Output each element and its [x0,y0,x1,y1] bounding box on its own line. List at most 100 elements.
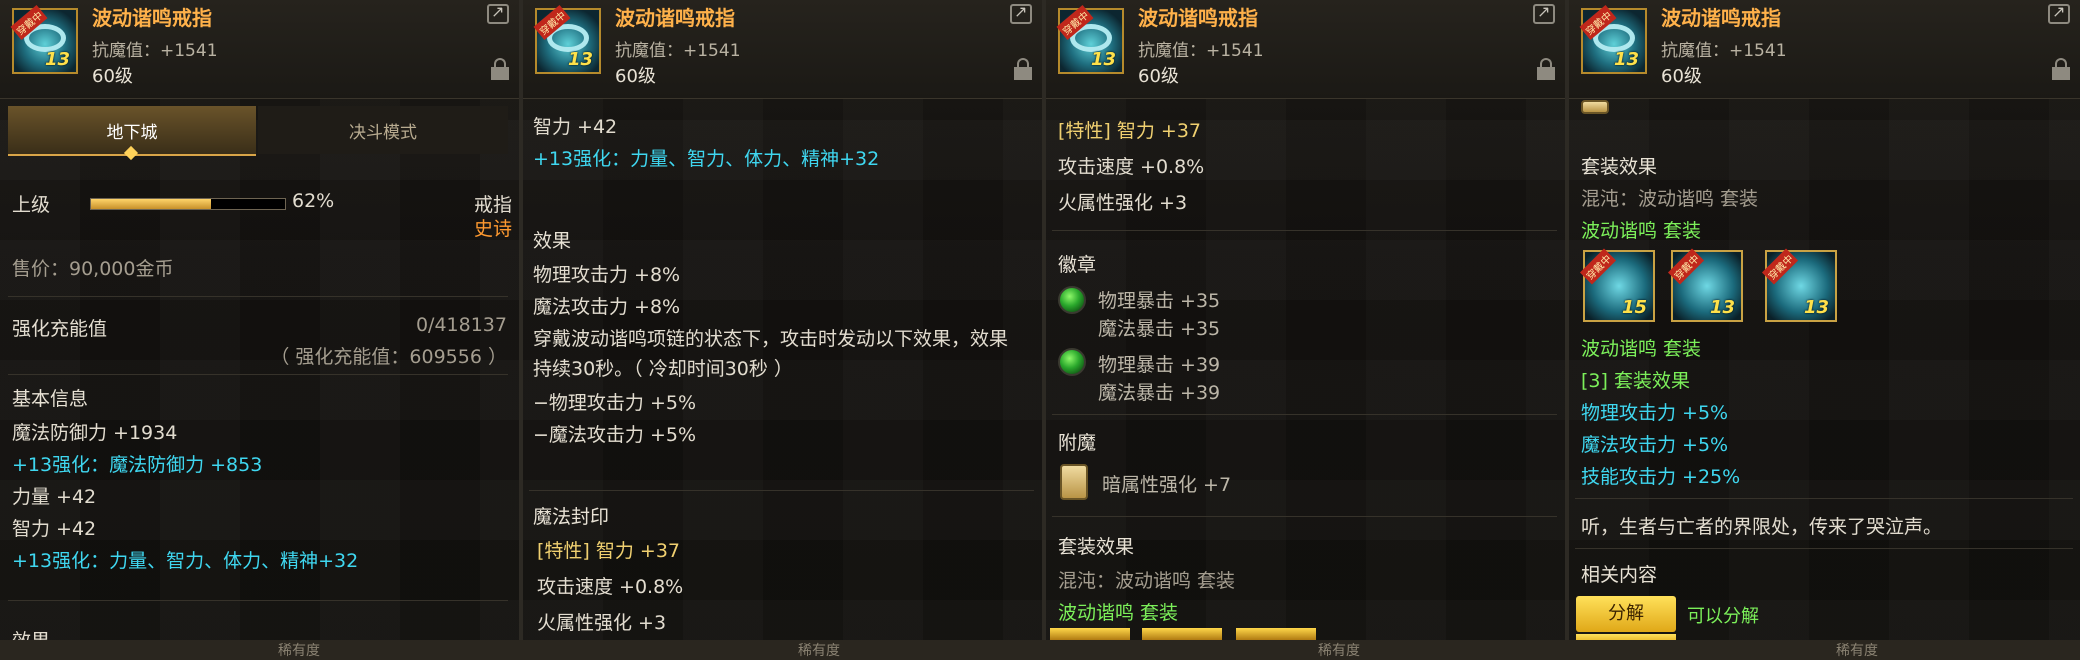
rarity-filter-label[interactable]: 稀有度 [1318,640,1360,660]
seal-line: [特性] 智力 +37 [1058,120,1202,142]
share-icon[interactable] [487,2,509,24]
reinforce-level: 13 [44,49,70,70]
lock-icon[interactable] [1537,58,1555,80]
reinforce-level: 13 [1709,297,1735,318]
item-header: 穿戴中 13 波动谐鸣戒指 抗魔值：+1541 60级 [1046,0,1565,99]
stat-line: 魔法防御力 +1934 [12,422,178,444]
item-type: 戒指 [474,194,513,216]
item-level: 60级 [92,66,133,87]
item-header: 穿戴中 13 波动谐鸣戒指 抗魔值：+1541 60级 [523,0,1042,99]
emblem-title: 徽章 [1058,254,1097,276]
set-name: 波动谐鸣 [1581,338,1658,360]
stat-line: 智力 +42 [533,116,618,138]
set-effect-title: 套装效果 [1581,156,1658,178]
seal-line: 攻击速度 +0.8% [1058,156,1205,178]
resist-value: 抗魔值：+1541 [1661,41,1787,61]
stat-line: +13强化：力量、智力、体力、精神+32 [533,148,880,170]
set-chaos-line: 混沌：波动谐鸣 套装 [1058,570,1236,592]
equipped-tag: 穿戴中 [1579,248,1617,285]
lock-icon[interactable] [491,58,509,80]
effect-line: −魔法攻击力 +5% [533,424,697,446]
item-name: 波动谐鸣戒指 [615,6,735,30]
enchant-line: 暗属性强化 +7 [1102,474,1232,496]
emblem-line: 物理暴击 +39 [1098,354,1221,376]
charge-label: 强化充能值 [12,318,108,340]
set-word: 套装 [1140,602,1179,624]
equipped-tag: 穿戴中 [1761,248,1799,285]
item-tooltip-panel-1: 穿戴中 13 波动谐鸣戒指 抗魔值：+1541 60级 地下城 决斗模式 上级 … [0,0,519,660]
enchant-card-icon [1060,464,1088,500]
item-name: 波动谐鸣戒指 [1138,6,1258,30]
grade-label: 上级 [12,194,51,216]
grade-bar [90,198,286,210]
rarity-filter-label[interactable]: 稀有度 [1836,640,1878,660]
reinforce-level: 13 [567,49,593,70]
set-word: 套装 [1663,338,1702,360]
stat-line: 智力 +42 [12,518,97,540]
item-name: 波动谐鸣戒指 [92,6,212,30]
reinforce-level: 13 [1803,297,1829,318]
item-name: 波动谐鸣戒指 [1661,6,1781,30]
set-item-3-icon[interactable]: 穿戴中 13 [1761,248,1837,322]
resist-value: 抗魔值：+1541 [1138,41,1264,61]
ring-icon: 穿戴中 13 [1579,5,1647,74]
set-effect-title: 套装效果 [1058,536,1135,558]
seal-line: 火属性强化 +3 [537,612,667,634]
set-item-icon-edge [1050,628,1130,640]
share-icon[interactable] [1533,2,1555,24]
stat-line: 力量 +42 [12,486,97,508]
ring-icon: 穿戴中 13 [1056,5,1124,74]
set-bonus-title: [3] 套装效果 [1581,370,1690,392]
set-chaos-line: 混沌：波动谐鸣 套装 [1581,188,1759,210]
share-icon[interactable] [2048,2,2070,24]
tab-pvp[interactable]: 决斗模式 [258,106,508,154]
bottom-inventory-strip: 稀有度 稀有度 稀有度 稀有度 [0,640,2080,660]
item-level: 60级 [615,66,656,87]
enchant-card-icon [1581,100,1609,114]
resist-value: 抗魔值：+1541 [92,41,218,61]
item-tooltip-panel-4: 穿戴中 13 波动谐鸣戒指 抗魔值：+1541 60级 套装效果 混沌：波动谐鸣… [1569,0,2080,660]
stat-line: +13强化：力量、智力、体力、精神+32 [12,550,359,572]
emblem-line: 物理暴击 +35 [1098,290,1221,312]
set-item-2-icon[interactable]: 穿戴中 13 [1667,248,1743,322]
effect-line: 穿戴波动谐鸣项链的状态下，攻击时发动以下效果，效果 [533,328,1009,350]
set-name: 波动谐鸣 [1058,602,1135,624]
emblem-line: 魔法暴击 +35 [1098,318,1221,340]
sell-price: 售价：90,000金币 [12,258,174,280]
set-word: 套装 [1663,220,1702,242]
item-level: 60级 [1661,66,1702,87]
resist-value: 抗魔值：+1541 [615,41,741,61]
share-icon[interactable] [1010,2,1032,24]
related-title: 相关内容 [1581,564,1658,586]
item-tooltip-panel-2: 穿戴中 13 波动谐鸣戒指 抗魔值：+1541 60级 智力 +42 +13强化… [523,0,1042,660]
seal-line: [特性] 智力 +37 [537,540,681,562]
seal-line: 攻击速度 +0.8% [537,576,684,598]
set-bonus-line: 物理攻击力 +5% [1581,402,1729,424]
charge-value: 0/418137 [415,314,507,336]
effect-line: −物理攻击力 +5% [533,392,697,414]
set-item-icon-edge [1142,628,1222,640]
lock-icon[interactable] [1014,58,1032,80]
set-bonus-line: 魔法攻击力 +5% [1581,434,1729,456]
emblem-gem-icon [1058,348,1086,376]
rarity-filter-label[interactable]: 稀有度 [798,640,840,660]
set-item-1-icon[interactable]: 穿戴中 15 [1579,248,1655,322]
emblem-gem-icon [1058,286,1086,314]
set-name: 波动谐鸣 [1581,220,1658,242]
enchant-title: 附魔 [1058,432,1097,454]
seal-line: 火属性强化 +3 [1058,192,1188,214]
reinforce-level: 13 [1613,49,1639,70]
disassemble-button[interactable]: 分解 [1576,596,1676,632]
charge-sub: （ 强化充能值：609556 ） [270,346,507,368]
reinforce-level: 15 [1621,297,1647,318]
lock-icon[interactable] [2052,58,2070,80]
item-header: 穿戴中 13 波动谐鸣戒指 抗魔值：+1541 60级 [1569,0,2080,99]
item-rarity: 史诗 [474,218,513,240]
flavor-text: 听，生者与亡者的界限处，传来了哭泣声。 [1581,516,1943,538]
basic-info-title: 基本信息 [12,388,89,410]
rarity-filter-label[interactable]: 稀有度 [278,640,320,660]
effect-line: 魔法攻击力 +8% [533,296,681,318]
item-header: 穿戴中 13 波动谐鸣戒指 抗魔值：+1541 60级 [0,0,519,99]
emblem-line: 魔法暴击 +39 [1098,382,1221,404]
seal-title: 魔法封印 [533,506,610,528]
